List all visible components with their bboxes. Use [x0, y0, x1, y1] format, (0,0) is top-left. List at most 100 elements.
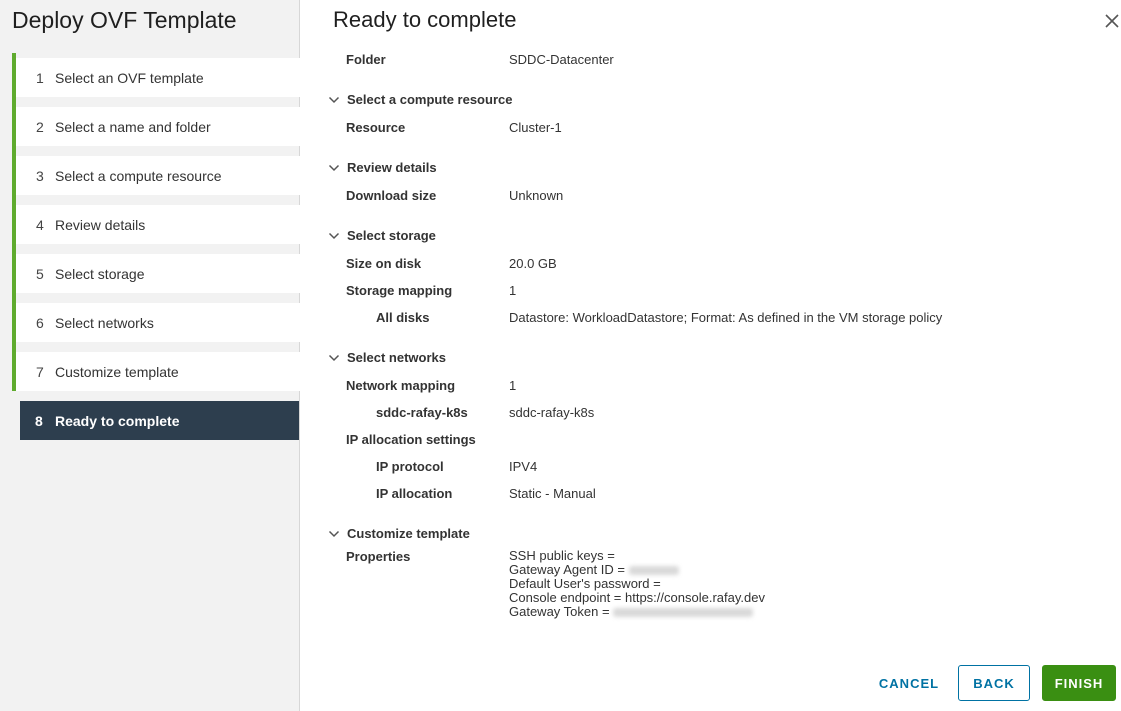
- size-on-disk-value: 20.0 GB: [509, 256, 557, 271]
- download-size-value: Unknown: [509, 188, 564, 203]
- property-line: Default User's password =: [509, 577, 765, 591]
- finish-button[interactable]: FINISH: [1042, 665, 1116, 701]
- cancel-button[interactable]: CANCEL: [873, 665, 945, 701]
- summary-list: Folder SDDC-Datacenter Select a compute …: [328, 46, 1108, 619]
- resource-row: Resource Cluster-1: [328, 114, 1108, 141]
- properties-label: Properties: [346, 549, 411, 564]
- property-text: Console endpoint = https://console.rafay…: [509, 590, 765, 605]
- size-on-disk-label: Size on disk: [346, 256, 422, 271]
- property-text: Gateway Agent ID =: [509, 562, 625, 577]
- step-label: Select networks: [55, 314, 154, 331]
- step-complete-indicator: [12, 249, 16, 298]
- network-mapping-value: 1: [509, 378, 517, 393]
- resource-label: Resource: [346, 120, 406, 135]
- step-complete-indicator: [12, 102, 16, 151]
- step-number: 8: [35, 412, 43, 429]
- wizard-main: Ready to complete Folder SDDC-Datacenter…: [300, 0, 1121, 711]
- folder-row: Folder SDDC-Datacenter: [328, 46, 1108, 73]
- step-label: Review details: [55, 216, 146, 233]
- step-select-compute-resource[interactable]: 3 Select a compute resource: [12, 151, 300, 200]
- redacted-value: [628, 566, 679, 576]
- chevron-down-icon: [328, 530, 340, 538]
- step-list: 1 Select an OVF template 2 Select a name…: [12, 53, 300, 450]
- wizard-sidebar: Deploy OVF Template 1 Select an OVF temp…: [0, 0, 300, 711]
- section-select-networks[interactable]: Select networks: [328, 344, 1108, 372]
- step-complete-indicator: [12, 53, 16, 102]
- step-complete-indicator: [12, 298, 16, 347]
- section-select-storage[interactable]: Select storage: [328, 222, 1108, 250]
- chevron-down-icon: [328, 164, 340, 172]
- ip-allocation-settings-row: IP allocation settings: [328, 426, 1108, 453]
- network-name-label: sddc-rafay-k8s: [376, 405, 468, 420]
- step-label: Customize template: [55, 363, 179, 380]
- step-select-name-folder[interactable]: 2 Select a name and folder: [12, 102, 300, 151]
- step-number: 3: [36, 167, 44, 184]
- section-title: Select storage: [347, 228, 436, 243]
- section-compute-resource[interactable]: Select a compute resource: [328, 86, 1108, 114]
- property-line: Console endpoint = https://console.rafay…: [509, 591, 765, 605]
- properties-values: SSH public keys = Gateway Agent ID = Def…: [509, 549, 765, 619]
- section-review-details[interactable]: Review details: [328, 154, 1108, 182]
- storage-mapping-row: Storage mapping 1: [328, 277, 1108, 304]
- properties-row: Properties SSH public keys = Gateway Age…: [328, 548, 1108, 619]
- step-customize-template[interactable]: 7 Customize template: [12, 347, 300, 391]
- step-complete-indicator: [12, 347, 16, 391]
- back-button[interactable]: BACK: [958, 665, 1030, 701]
- section-title: Select networks: [347, 350, 446, 365]
- step-complete-indicator: [12, 200, 16, 249]
- all-disks-row: All disks Datastore: WorkloadDatastore; …: [328, 304, 1108, 331]
- page-title: Ready to complete: [333, 7, 517, 32]
- all-disks-value: Datastore: WorkloadDatastore; Format: As…: [509, 310, 943, 325]
- step-review-details[interactable]: 4 Review details: [12, 200, 300, 249]
- section-title: Select a compute resource: [347, 92, 513, 107]
- ip-allocation-settings-label: IP allocation settings: [346, 432, 476, 447]
- chevron-down-icon: [328, 354, 340, 362]
- resource-value: Cluster-1: [509, 120, 562, 135]
- wizard-title: Deploy OVF Template: [12, 7, 237, 33]
- step-number: 1: [36, 69, 44, 86]
- ip-protocol-row: IP protocol IPV4: [328, 453, 1108, 480]
- step-select-storage[interactable]: 5 Select storage: [12, 249, 300, 298]
- step-label: Select a compute resource: [55, 167, 222, 184]
- ip-allocation-label: IP allocation: [376, 486, 453, 501]
- step-number: 6: [36, 314, 44, 331]
- download-size-row: Download size Unknown: [328, 182, 1108, 209]
- property-line: Gateway Agent ID =: [509, 563, 765, 577]
- step-select-ovf-template[interactable]: 1 Select an OVF template: [12, 53, 300, 102]
- section-title: Review details: [347, 160, 437, 175]
- property-line: Gateway Token =: [509, 605, 765, 619]
- download-size-label: Download size: [346, 188, 437, 203]
- step-ready-to-complete[interactable]: 8 Ready to complete: [20, 401, 299, 440]
- chevron-down-icon: [328, 232, 340, 240]
- network-row: sddc-rafay-k8s sddc-rafay-k8s: [328, 399, 1108, 426]
- close-button[interactable]: [1103, 12, 1121, 30]
- storage-mapping-value: 1: [509, 283, 517, 298]
- folder-label: Folder: [346, 52, 386, 67]
- redacted-value: [613, 608, 754, 618]
- folder-value: SDDC-Datacenter: [509, 52, 614, 67]
- ip-allocation-row: IP allocation Static - Manual: [328, 480, 1108, 507]
- property-line: SSH public keys =: [509, 549, 765, 563]
- step-label: Select a name and folder: [55, 118, 211, 135]
- step-label: Select an OVF template: [55, 69, 204, 86]
- section-customize-template[interactable]: Customize template: [328, 520, 1108, 548]
- ip-allocation-value: Static - Manual: [509, 486, 596, 501]
- ip-protocol-value: IPV4: [509, 459, 538, 474]
- step-complete-indicator: [12, 151, 16, 200]
- property-text: Default User's password =: [509, 576, 661, 591]
- step-number: 5: [36, 265, 44, 282]
- size-on-disk-row: Size on disk 20.0 GB: [328, 250, 1108, 277]
- chevron-down-icon: [328, 96, 340, 104]
- all-disks-label: All disks: [376, 310, 430, 325]
- network-mapping-label: Network mapping: [346, 378, 456, 393]
- property-text: SSH public keys =: [509, 548, 615, 563]
- step-label: Ready to complete: [55, 412, 180, 429]
- step-select-networks[interactable]: 6 Select networks: [12, 298, 300, 347]
- step-number: 7: [36, 363, 44, 380]
- network-name-value: sddc-rafay-k8s: [509, 405, 595, 420]
- close-icon: [1105, 14, 1119, 28]
- step-number: 2: [36, 118, 44, 135]
- step-number: 4: [36, 216, 44, 233]
- storage-mapping-label: Storage mapping: [346, 283, 453, 298]
- network-mapping-row: Network mapping 1: [328, 372, 1108, 399]
